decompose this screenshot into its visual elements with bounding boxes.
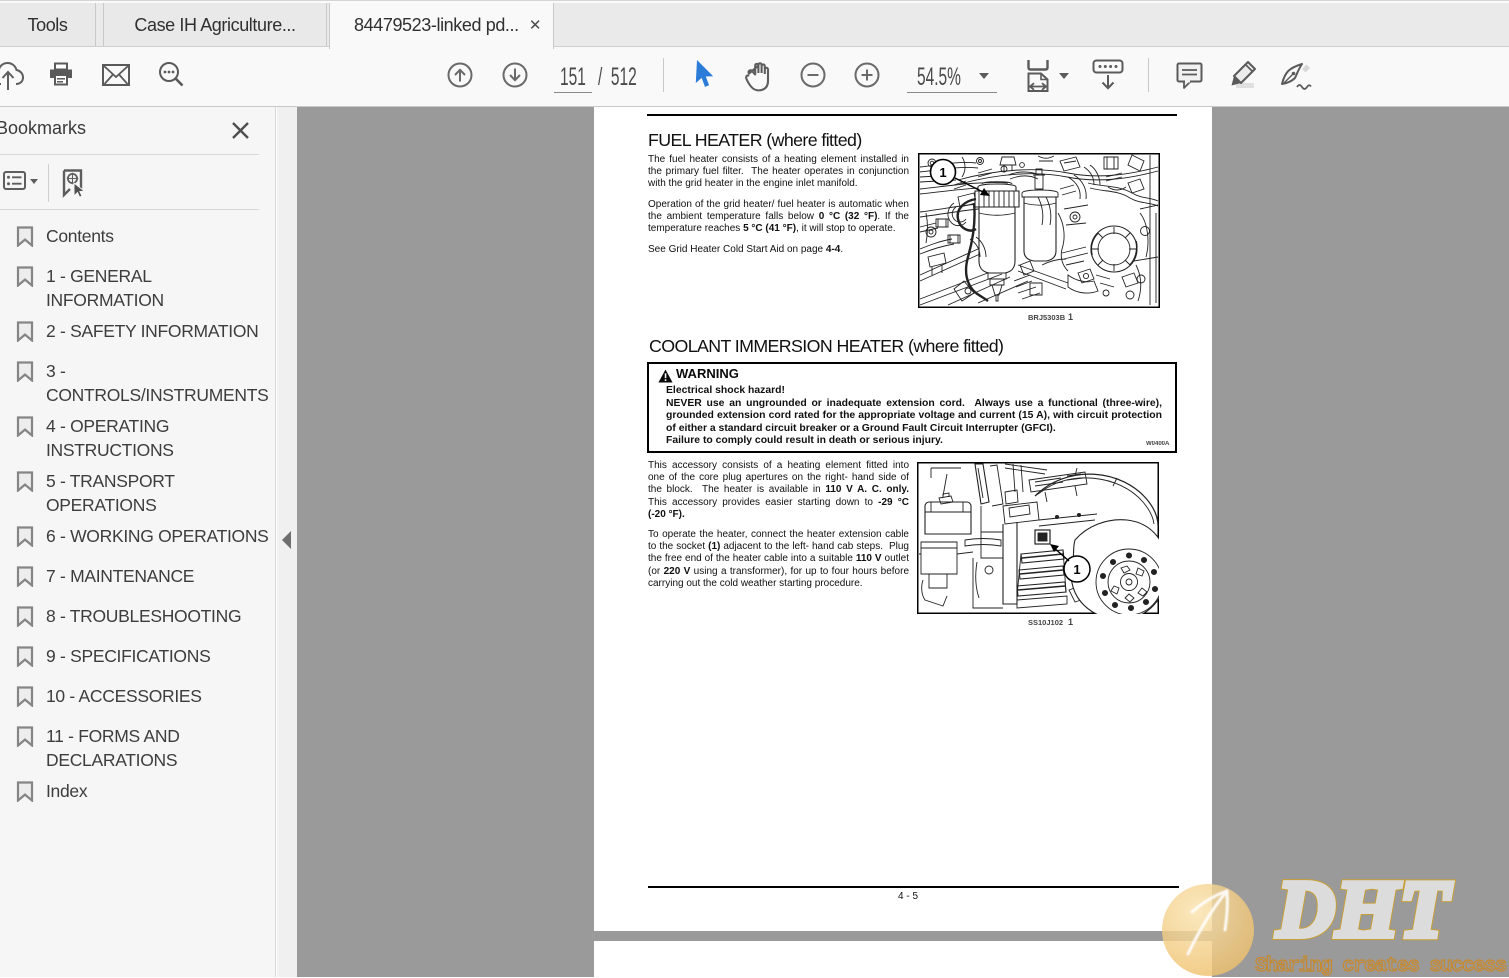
svg-text:1: 1: [939, 165, 946, 180]
svg-text:1: 1: [1073, 562, 1080, 577]
